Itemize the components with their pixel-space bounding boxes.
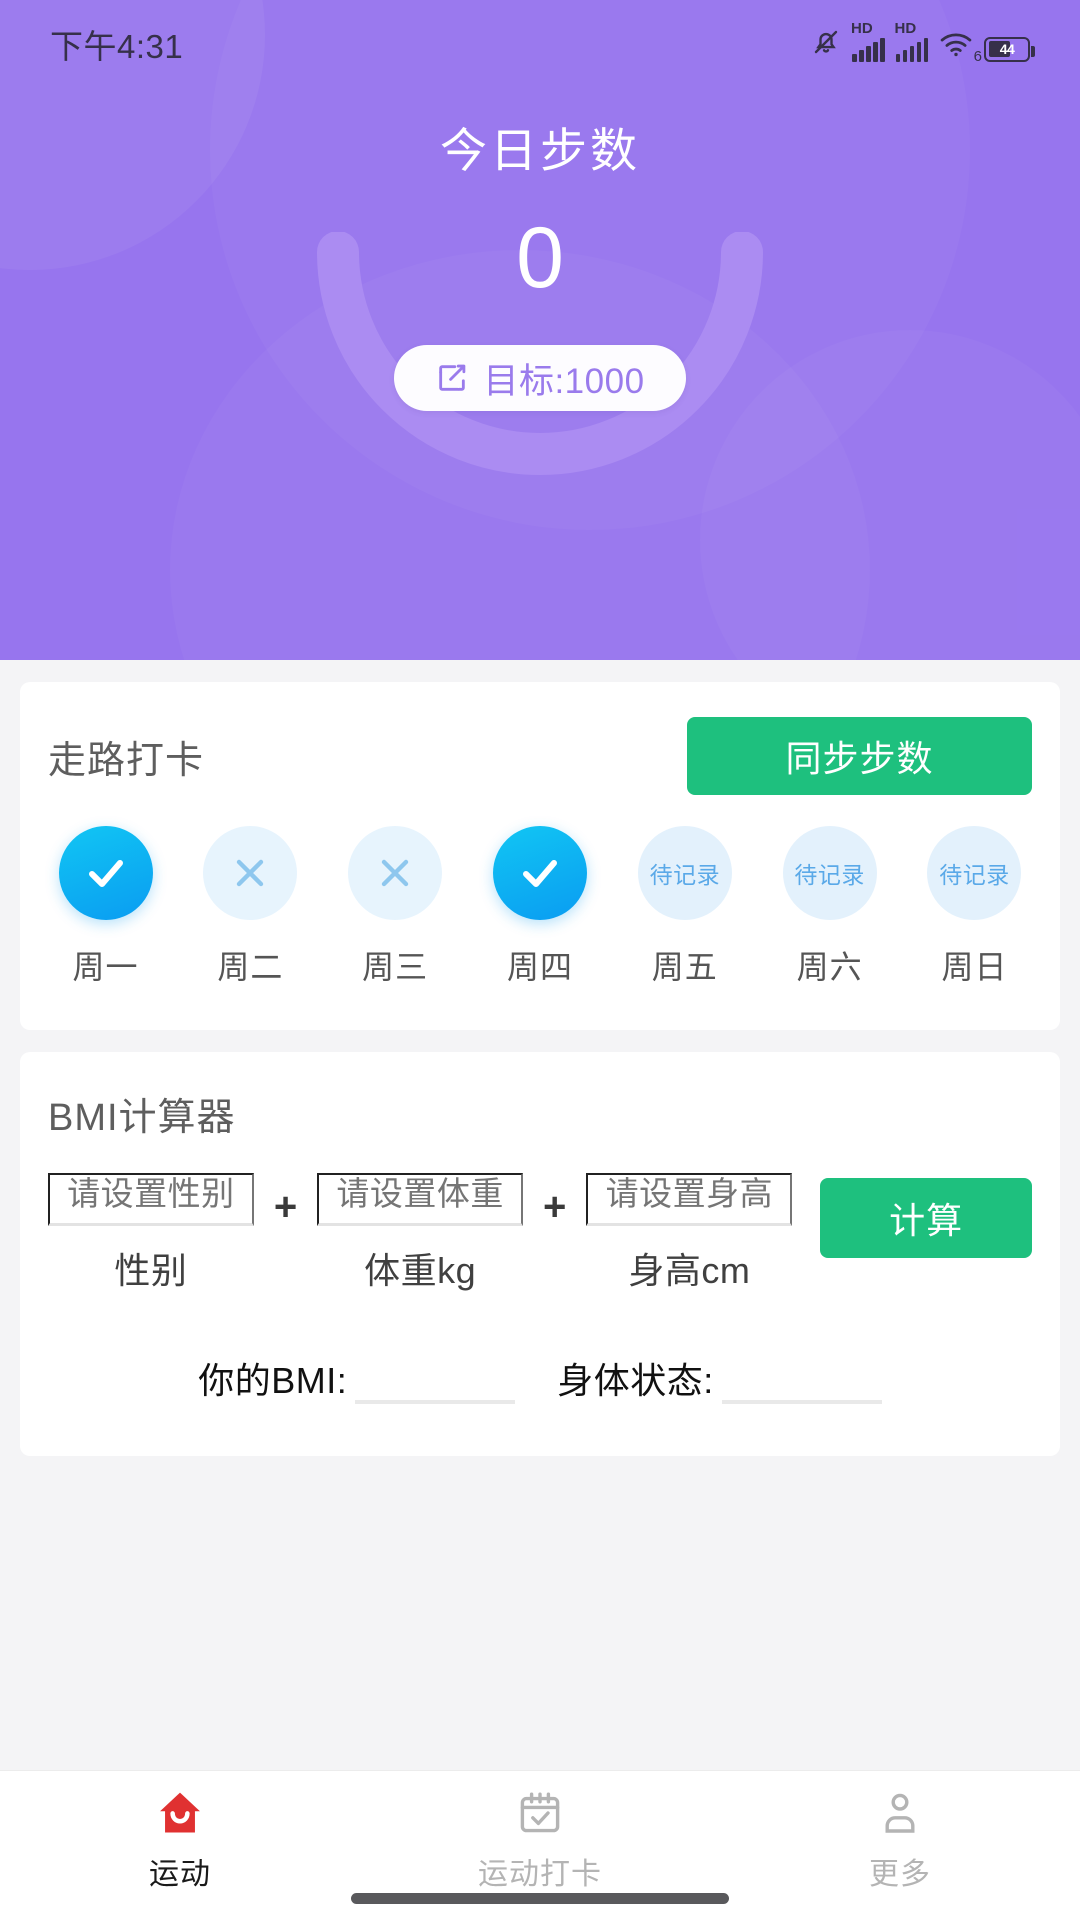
body-state-result: 身体状态:	[557, 1352, 882, 1404]
day-item-saturday[interactable]: 待记录 周六	[772, 826, 887, 988]
plus-separator: +	[274, 1185, 297, 1230]
weight-input[interactable]	[317, 1173, 523, 1226]
steps-summary: 今日步数 0 目标:1000	[0, 112, 1080, 411]
bmi-gender-field: 性别	[48, 1173, 254, 1294]
battery-percent-label: 44	[1000, 41, 1015, 57]
height-input[interactable]	[586, 1173, 792, 1226]
tab-more[interactable]: 更多	[720, 1785, 1080, 1893]
bmi-height-field: 身高cm	[586, 1173, 792, 1294]
wifi-icon: 6	[939, 31, 973, 62]
hd-label-sim2: HD	[895, 21, 917, 36]
status-time: 下午4:31	[50, 20, 183, 68]
day-label: 周六	[797, 942, 863, 988]
home-icon	[154, 1785, 206, 1841]
body-state-label: 身体状态:	[557, 1352, 714, 1404]
gender-unit-label: 性别	[114, 1242, 187, 1294]
pending-label: 待记录	[939, 856, 1010, 890]
person-icon	[876, 1785, 924, 1841]
day-item-tuesday[interactable]: 周二	[193, 826, 308, 988]
bmi-result-value	[355, 1360, 515, 1404]
day-status-circle[interactable]: 待记录	[783, 826, 877, 920]
calculate-button[interactable]: 计算	[820, 1178, 1032, 1258]
day-status-circle[interactable]: 待记录	[638, 826, 732, 920]
body-state-value	[722, 1360, 882, 1404]
bmi-calculator-card: BMI计算器 性别 + 体重kg + 身高cm 计算	[20, 1052, 1060, 1456]
day-label: 周五	[652, 942, 718, 988]
walking-checkin-card: 走路打卡 同步步数 周一 周二	[20, 682, 1060, 1030]
battery-icon: 44	[984, 37, 1030, 62]
tab-label: 更多	[869, 1849, 931, 1893]
cross-icon	[228, 851, 272, 895]
bmi-card-title: BMI计算器	[48, 1086, 1032, 1141]
bmi-input-row: 性别 + 体重kg + 身高cm 计算	[48, 1173, 1032, 1294]
content-area: 走路打卡 同步步数 周一 周二	[0, 660, 1080, 1770]
step-count-value: 0	[516, 215, 564, 301]
edit-square-icon	[435, 361, 469, 395]
tab-exercise-checkin[interactable]: 运动打卡	[360, 1785, 720, 1893]
tab-label: 运动打卡	[478, 1849, 602, 1893]
day-label: 周一	[72, 942, 138, 988]
bmi-result-label: 你的BMI:	[198, 1352, 347, 1404]
bell-mute-icon	[811, 27, 841, 62]
home-indicator	[351, 1893, 729, 1904]
day-item-monday[interactable]: 周一	[48, 826, 163, 988]
day-status-circle[interactable]	[59, 826, 153, 920]
height-unit-label: 身高cm	[628, 1242, 750, 1294]
weight-unit-label: 体重kg	[364, 1242, 476, 1294]
day-label: 周日	[941, 942, 1007, 988]
signal-sim2-icon: HD	[896, 38, 929, 62]
day-item-friday[interactable]: 待记录 周五	[627, 826, 742, 988]
day-label: 周四	[507, 942, 573, 988]
goal-label: 目标:1000	[483, 353, 644, 404]
plus-separator: +	[543, 1185, 566, 1230]
weekday-checkin-row: 周一 周二 周三	[48, 826, 1032, 988]
day-item-wednesday[interactable]: 周三	[338, 826, 453, 988]
page-title: 今日步数	[440, 112, 640, 181]
sync-steps-button[interactable]: 同步步数	[687, 717, 1032, 795]
bmi-result: 你的BMI:	[198, 1352, 515, 1404]
tab-label: 运动	[149, 1849, 211, 1893]
day-item-thursday[interactable]: 周四	[482, 826, 597, 988]
day-status-circle[interactable]: 待记录	[927, 826, 1021, 920]
bmi-result-row: 你的BMI: 身体状态:	[48, 1352, 1032, 1404]
check-icon	[516, 849, 564, 897]
gender-input[interactable]	[48, 1173, 254, 1226]
calendar-check-icon	[516, 1785, 564, 1841]
hd-label-sim1: HD	[851, 21, 873, 36]
signal-sim1-icon: HD	[852, 38, 885, 62]
status-icons: HD HD 6 4	[811, 27, 1030, 62]
day-status-circle[interactable]	[493, 826, 587, 920]
check-icon	[82, 849, 130, 897]
wifi-generation-label: 6	[974, 48, 982, 65]
bmi-weight-field: 体重kg	[317, 1173, 523, 1294]
steps-header: 下午4:31 HD HD	[0, 0, 1080, 660]
status-bar: 下午4:31 HD HD	[0, 0, 1080, 88]
pending-label: 待记录	[650, 856, 721, 890]
day-item-sunday[interactable]: 待记录 周日	[917, 826, 1032, 988]
app-root: 下午4:31 HD HD	[0, 0, 1080, 1920]
cross-icon	[373, 851, 417, 895]
walking-card-title: 走路打卡	[48, 729, 204, 784]
tab-exercise[interactable]: 运动	[0, 1785, 360, 1893]
walking-card-header: 走路打卡 同步步数	[48, 716, 1032, 796]
day-status-circle[interactable]	[203, 826, 297, 920]
day-label: 周二	[217, 942, 283, 988]
day-label: 周三	[362, 942, 428, 988]
goal-edit-button[interactable]: 目标:1000	[394, 345, 686, 411]
day-status-circle[interactable]	[348, 826, 442, 920]
pending-label: 待记录	[794, 856, 865, 890]
